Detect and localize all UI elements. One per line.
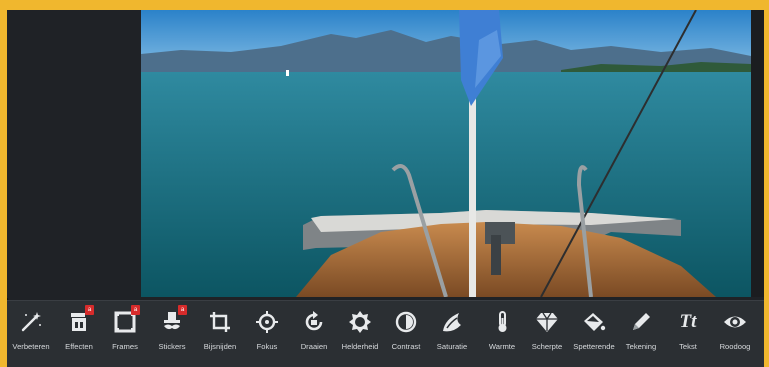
crop-icon	[207, 309, 233, 335]
tool-label: Helderheid	[341, 342, 379, 351]
frames-icon: a	[112, 305, 140, 335]
tool-label: Frames	[112, 342, 138, 351]
focus-icon	[254, 309, 280, 335]
pencil-icon	[628, 309, 654, 335]
tool-tekst[interactable]: Tt Tekst	[665, 309, 711, 365]
tool-label: Warmte	[488, 342, 516, 351]
premium-badge: a	[85, 305, 94, 315]
tool-roodoog[interactable]: Roodoog	[712, 309, 758, 365]
premium-badge: a	[178, 305, 187, 315]
contrast-icon	[393, 309, 419, 335]
rotate-icon	[301, 309, 327, 335]
tool-label: Saturatie	[436, 342, 468, 351]
tool-bijsnijden[interactable]: Bijsnijden	[197, 309, 243, 365]
tool-stickers[interactable]: a Stickers	[149, 305, 195, 365]
photo-canvas[interactable]	[141, 10, 751, 297]
stickers-icon: a	[159, 305, 187, 335]
text-icon-glyph: Tt	[679, 311, 697, 332]
text-icon: Tt	[675, 309, 701, 335]
tool-saturatie[interactable]: Saturatie	[429, 309, 475, 365]
tool-effecten[interactable]: a Effecten	[56, 305, 102, 365]
tool-label: Tekst	[679, 342, 697, 351]
tool-label: Contrast	[391, 342, 421, 351]
brightness-icon	[347, 309, 373, 335]
tool-label: Effecten	[65, 342, 93, 351]
tool-draaien[interactable]: Draaien	[291, 309, 337, 365]
eye-icon	[722, 309, 748, 335]
tool-warmte[interactable]: Warmte	[479, 309, 525, 365]
tools-toolbar: Verbeteren a Effecten a Frames a Stickers Bijsn…	[7, 300, 764, 367]
tool-label: Fokus	[256, 342, 278, 351]
tool-fokus[interactable]: Fokus	[244, 309, 290, 365]
tool-label: Tekening	[625, 342, 657, 351]
tool-verbeteren[interactable]: Verbeteren	[8, 309, 54, 365]
thermometer-icon	[489, 309, 515, 335]
diamond-icon	[534, 309, 560, 335]
paint-bucket-icon	[581, 309, 607, 335]
tool-helderheid[interactable]: Helderheid	[337, 309, 383, 365]
tool-tekening[interactable]: Tekening	[618, 309, 664, 365]
tool-label: Scherpte	[531, 342, 563, 351]
lake-photo	[141, 10, 751, 297]
saturation-icon	[439, 309, 465, 335]
tool-label: Spetterende	[573, 342, 615, 351]
tool-label: Stickers	[158, 342, 186, 351]
tool-scherpte[interactable]: Scherpte	[524, 309, 570, 365]
photo-editor-window: Verbeteren a Effecten a Frames a Stickers Bijsn…	[7, 10, 764, 367]
tool-contrast[interactable]: Contrast	[383, 309, 429, 365]
tool-spetterende[interactable]: Spetterende	[571, 309, 617, 365]
effects-icon: a	[66, 305, 94, 335]
tool-label: Verbeteren	[12, 342, 50, 351]
tool-label: Draaien	[300, 342, 328, 351]
right-scroll-margin	[751, 10, 764, 297]
tool-label: Bijsnijden	[203, 342, 237, 351]
tool-frames[interactable]: a Frames	[102, 305, 148, 365]
tool-label: Roodoog	[719, 342, 751, 351]
magic-wand-icon	[18, 309, 44, 335]
premium-badge: a	[131, 305, 140, 315]
